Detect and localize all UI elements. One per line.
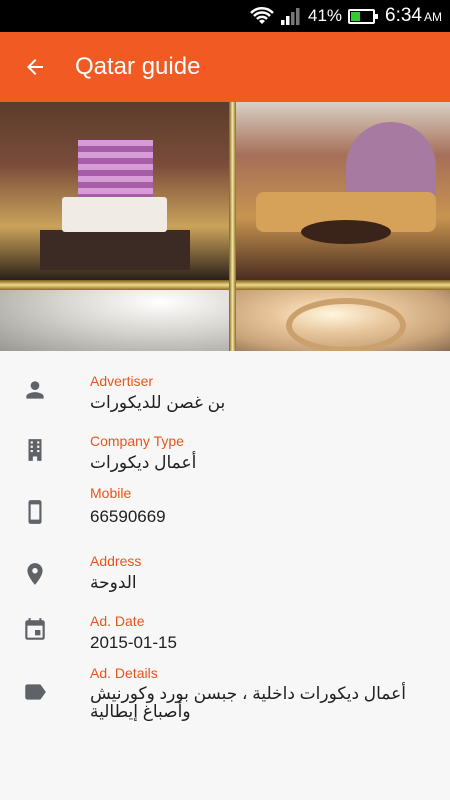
ceiling-photo-left — [0, 290, 229, 351]
clock-ampm: AM — [424, 10, 442, 24]
mobile-value[interactable]: 66590669 — [90, 507, 166, 527]
ad-date-value: 2015-01-15 — [90, 633, 177, 652]
living-room-photo — [236, 102, 450, 280]
building-icon — [28, 439, 42, 461]
phone-icon — [28, 500, 42, 524]
signal-icon — [280, 8, 300, 25]
calendar-icon — [25, 618, 45, 640]
coffee-table-shape — [301, 220, 391, 244]
location-pin-icon — [27, 563, 43, 585]
address-label: Address — [90, 553, 142, 569]
address-value: الدوحة — [90, 573, 137, 592]
bedroom-photo — [0, 102, 229, 280]
clock: 6:34 AM — [385, 5, 442, 27]
app-bar: Qatar guide — [0, 32, 450, 102]
back-button[interactable] — [0, 32, 70, 102]
wifi-icon — [250, 6, 274, 24]
headboard-shape — [78, 140, 153, 200]
arrow-back-icon — [27, 59, 43, 75]
mobile-label: Mobile — [90, 485, 132, 501]
company-type-value: أعمال ديكورات — [90, 453, 197, 472]
ad-image[interactable] — [0, 102, 450, 351]
page-title: Qatar guide — [75, 53, 201, 80]
ad-details-label: Ad. Details — [90, 665, 158, 681]
ad-details-value: أعمال ديكورات داخلية ، جبسن بورد وكورنيش… — [90, 684, 407, 721]
ceiling-ring-shape — [286, 298, 406, 351]
arch-shape — [346, 122, 436, 202]
clock-time: 6:34 — [385, 5, 422, 26]
status-bar: 41% 6:34 AM — [0, 0, 450, 32]
person-icon — [26, 381, 44, 399]
advertiser-label: Advertiser — [90, 373, 154, 389]
battery-icon — [348, 8, 379, 24]
ad-date-label: Ad. Date — [90, 613, 145, 629]
frame-divider-horizontal — [0, 280, 450, 290]
battery-level — [351, 11, 361, 21]
ceiling-photo-right — [236, 290, 450, 351]
advertiser-value: بن غصن للديكورات — [90, 393, 226, 412]
battery-percent: 41% — [307, 6, 343, 25]
frame-divider-vertical — [229, 102, 236, 351]
bed-shape — [62, 197, 167, 232]
tag-icon — [25, 684, 46, 700]
rug-shape — [40, 230, 190, 270]
company-type-label: Company Type — [90, 433, 184, 449]
